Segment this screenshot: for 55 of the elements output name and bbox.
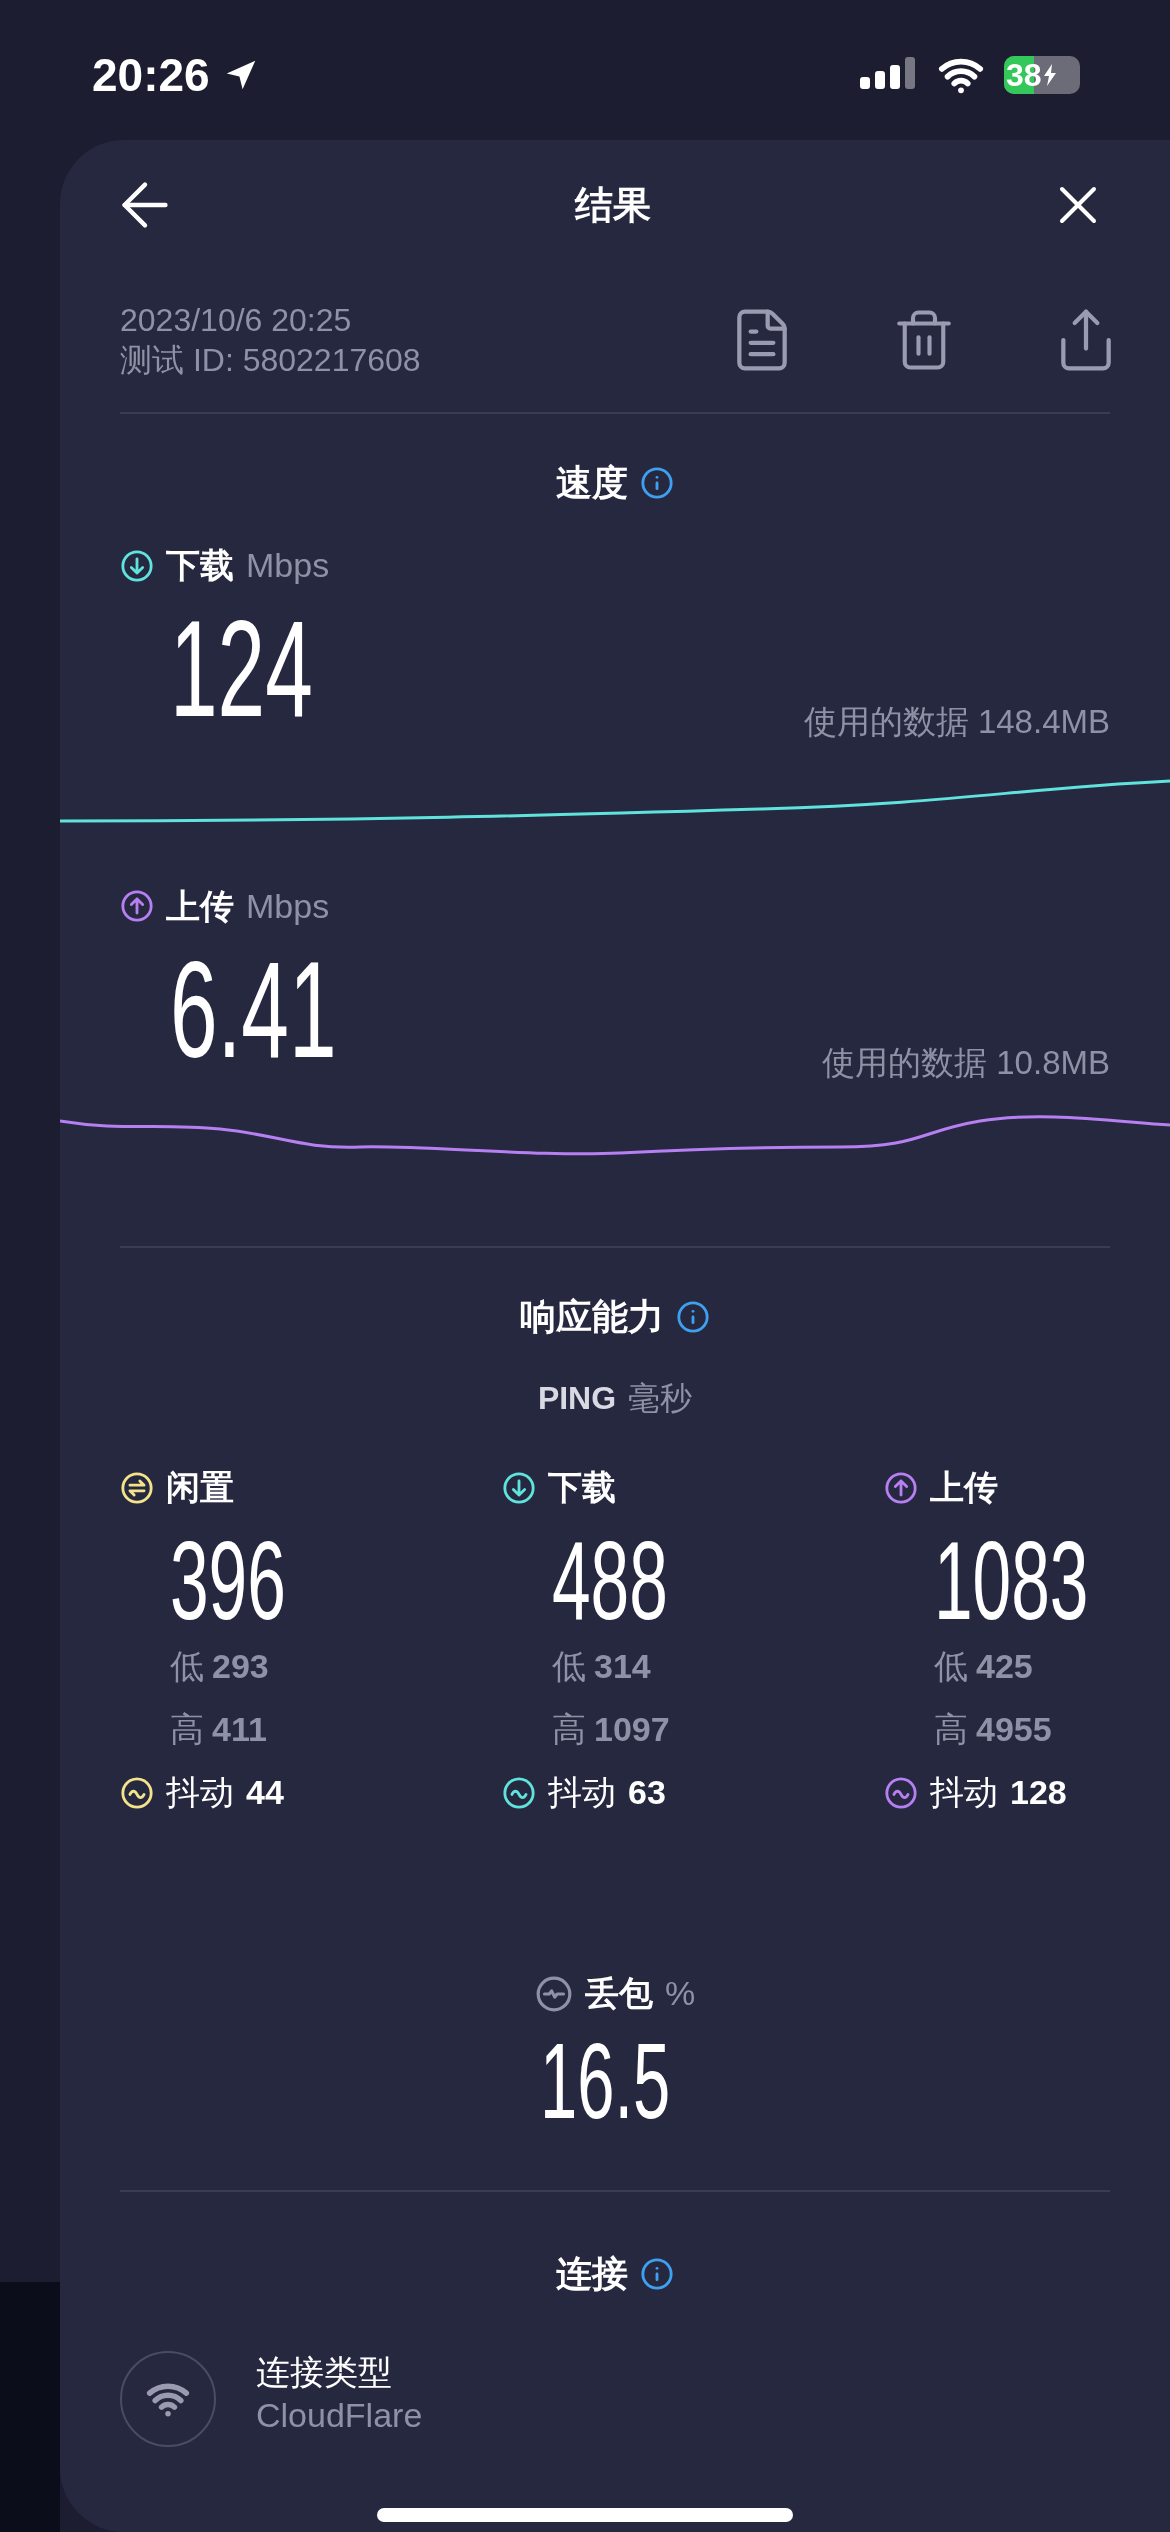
speed-value: 124 (170, 599, 313, 737)
jitter-value: 63 (628, 1772, 666, 1813)
section-title: 连接 (556, 2252, 628, 2296)
info-icon[interactable] (640, 2257, 674, 2291)
connection-value: CloudFlare (256, 2394, 423, 2436)
ping-value: 488 (552, 1525, 668, 1637)
unit-label: % (664, 1973, 696, 2014)
low-value: 314 (594, 1646, 651, 1687)
test-id: 测试 ID: 5802217608 (120, 340, 421, 380)
high-value: 411 (212, 1709, 267, 1750)
high-value: 4955 (976, 1709, 1052, 1750)
ping-label: 上传 (930, 1467, 998, 1508)
jitter-value: 128 (1010, 1772, 1067, 1813)
test-date: 2023/10/6 20:25 (120, 300, 353, 340)
ping-heading: PING (537, 1379, 617, 1418)
high-value: 1097 (594, 1709, 670, 1750)
unit-label: Mbps (246, 545, 330, 586)
low-value: 425 (976, 1646, 1033, 1687)
packet-loss-value: 16.5 (539, 2027, 671, 2135)
speed-label: 上传 (166, 885, 234, 927)
battery-indicator: 38 (1004, 56, 1080, 94)
wave-icon (502, 1775, 536, 1810)
low-label: 低 (552, 1646, 586, 1687)
ping-unit: 毫秒 (628, 1379, 693, 1418)
status-time: 20:26 (92, 47, 210, 103)
info-icon[interactable] (676, 1300, 710, 1334)
jitter-label: 抖动 (166, 1772, 234, 1813)
ping-label: 闲置 (166, 1467, 234, 1508)
arrows-icon (120, 1470, 154, 1505)
low-label: 低 (934, 1646, 968, 1687)
high-label: 高 (170, 1709, 204, 1750)
high-label: 高 (934, 1709, 968, 1750)
low-value: 293 (212, 1646, 269, 1687)
ping-value: 396 (170, 1525, 286, 1637)
low-label: 低 (170, 1646, 204, 1687)
speed-label: 下载 (166, 545, 234, 586)
unit-label: Mbps (246, 885, 330, 927)
connection-label: 连接类型 (256, 2352, 393, 2393)
data-used-text: 使用的数据 10.8MB (822, 1042, 1110, 1083)
ping-label: 下载 (548, 1467, 616, 1508)
packet-loss-label: 丢包 (584, 1973, 653, 2014)
wave-icon (120, 1775, 154, 1810)
ping-value: 1083 (934, 1525, 1089, 1637)
info-icon[interactable] (640, 466, 674, 500)
section-title: 速度 (556, 461, 628, 505)
data-used-text: 使用的数据 148.4MB (803, 702, 1110, 742)
jitter-label: 抖动 (930, 1772, 998, 1813)
page-title: 结果 (575, 182, 651, 228)
jitter-label: 抖动 (548, 1772, 616, 1813)
section-title: 响应能力 (520, 1295, 664, 1339)
wave-icon (884, 1775, 918, 1810)
speed-value: 6.41 (170, 939, 337, 1078)
high-label: 高 (552, 1709, 586, 1750)
jitter-value: 44 (246, 1772, 284, 1813)
pulse-icon (534, 1974, 573, 2013)
